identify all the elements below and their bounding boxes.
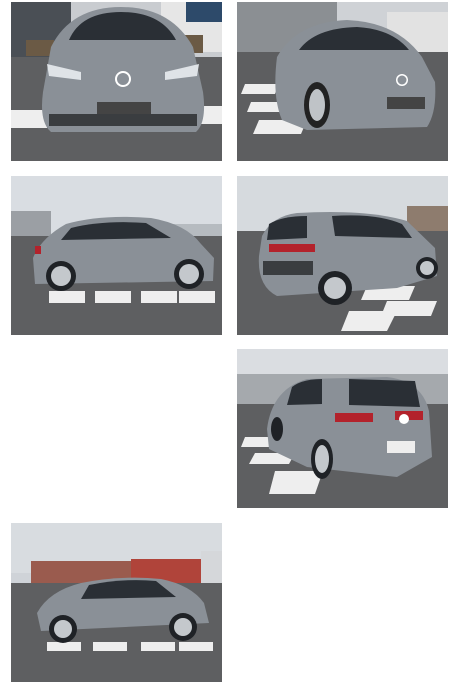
car-side-far-photo [11, 523, 222, 682]
car-rear-left-photo [237, 349, 448, 508]
photo-thumbnail-rear-right[interactable] [237, 176, 448, 335]
photo-thumbnail-front-three-quarter[interactable] [237, 2, 448, 161]
car-side-photo [11, 176, 222, 335]
car-front-three-quarter-photo [237, 2, 448, 161]
car-rear-right-photo [237, 176, 448, 335]
photo-thumbnail-front[interactable] [11, 2, 222, 161]
photo-thumbnail-rear-left[interactable] [237, 349, 448, 508]
photo-thumbnail-side[interactable] [11, 176, 222, 335]
photo-thumbnail-side-far[interactable] [11, 523, 222, 682]
car-front-photo [11, 2, 222, 161]
